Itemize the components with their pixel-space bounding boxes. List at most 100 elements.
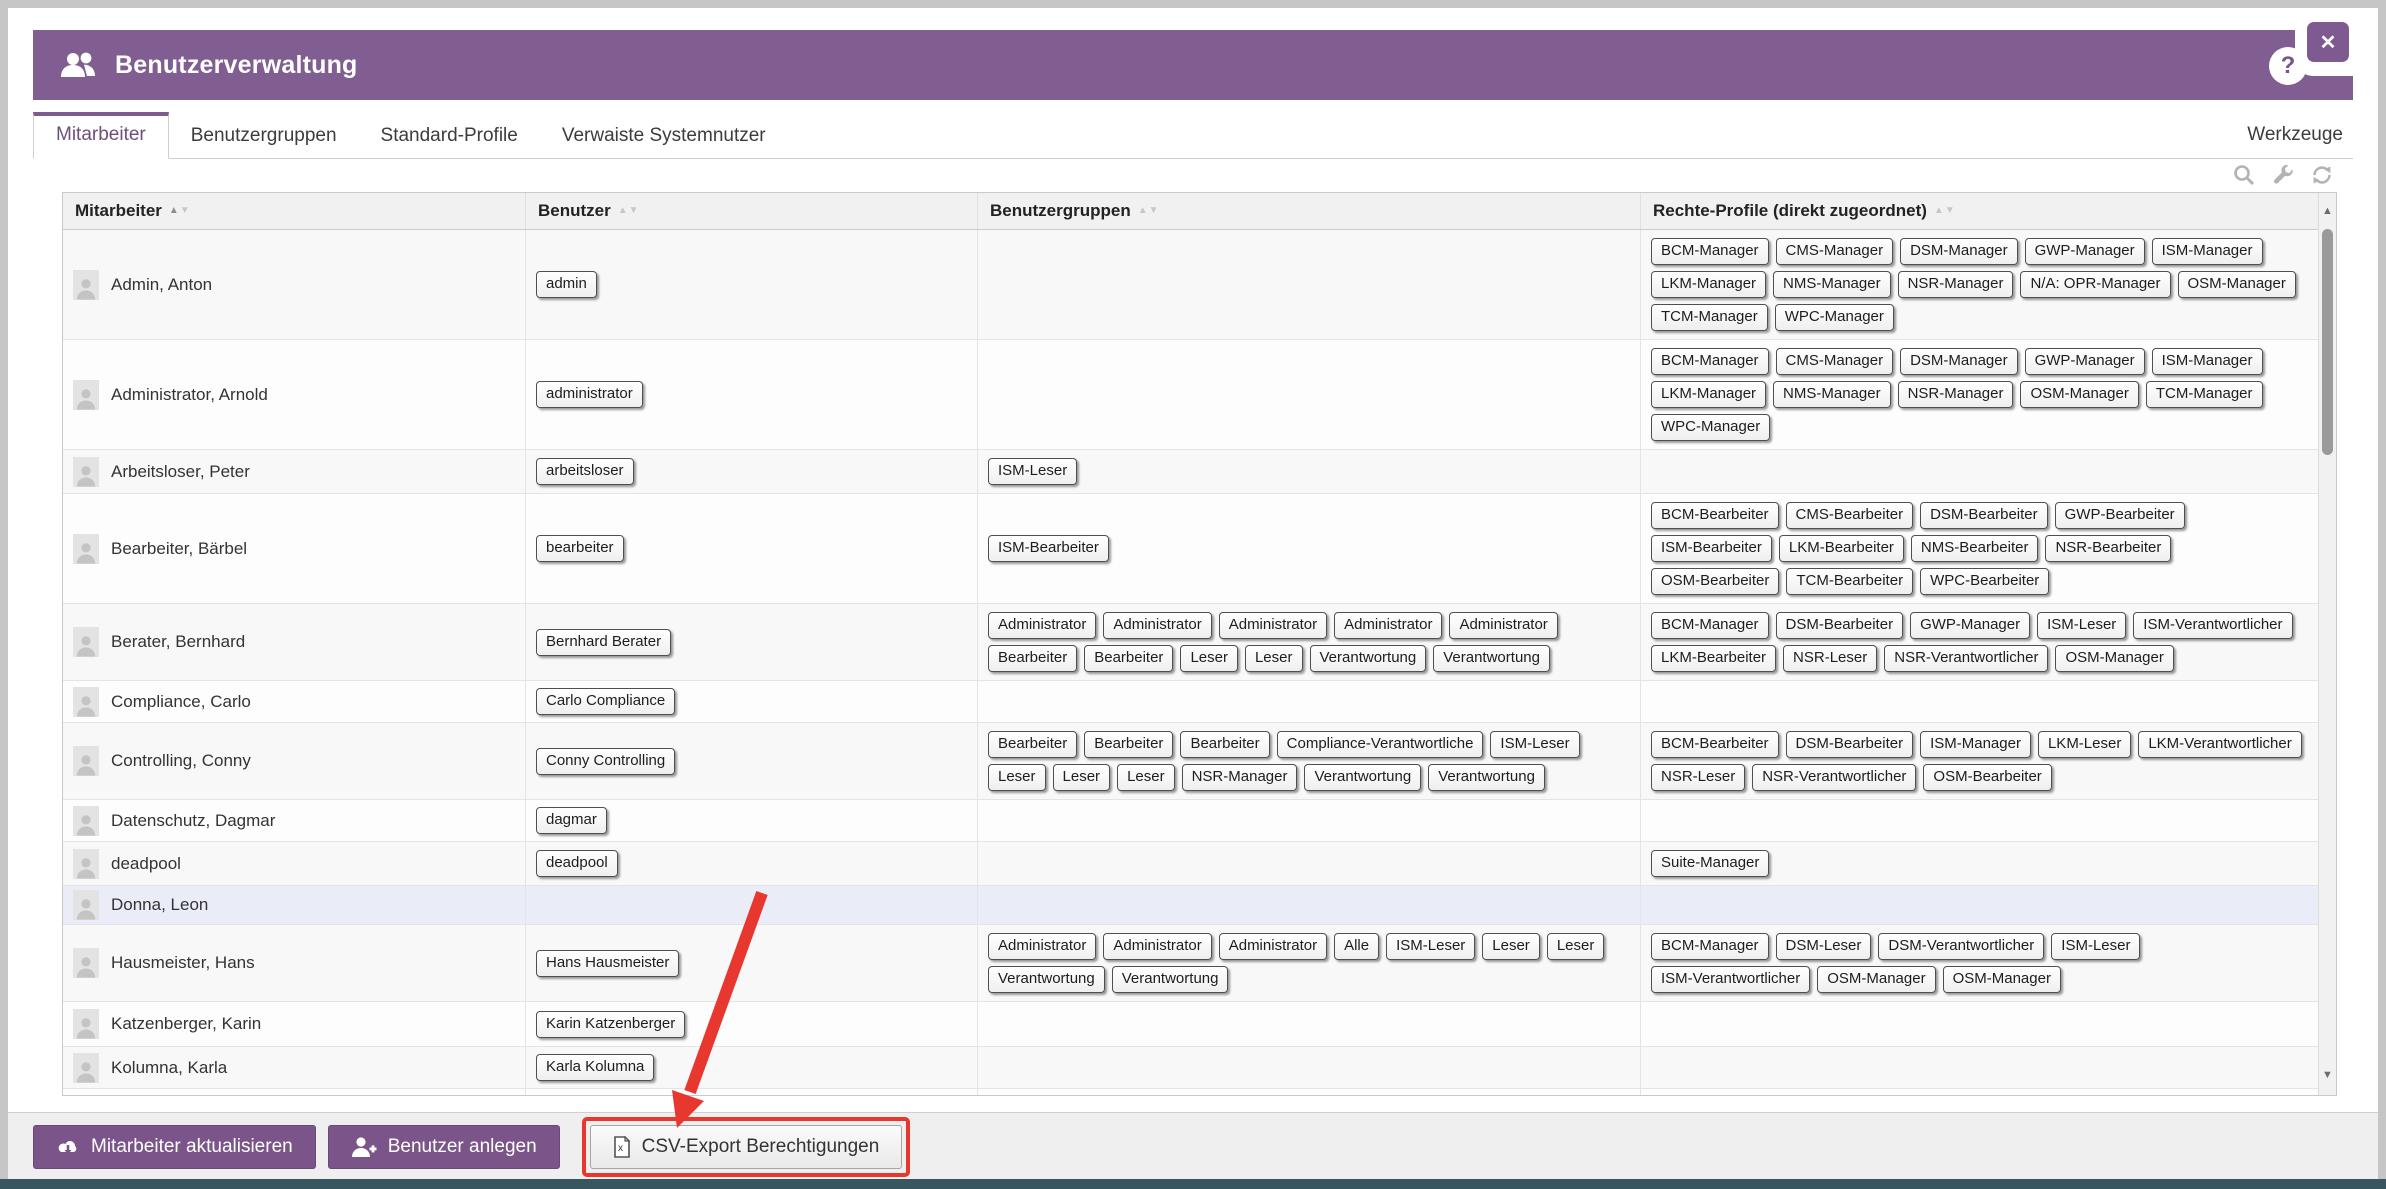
table-row[interactable]: Donna, Leon [63,886,2319,925]
sort-desc-icon[interactable]: ▼ [1149,206,1159,216]
group-badge[interactable]: Verantwortung [1428,764,1545,791]
profile-badge[interactable]: LKM-Bearbeiter [1779,535,1904,562]
profile-badge[interactable]: NSR-Leser [1651,764,1745,791]
profile-badge[interactable]: TCM-Manager [1651,304,1768,331]
table-row[interactable]: Compliance, CarloCarlo Compliance [63,681,2319,723]
profile-badge[interactable]: WPC-Bearbeiter [1920,568,2049,595]
group-badge[interactable]: Verantwortung [988,966,1105,993]
user-badge[interactable]: Conny Controlling [536,748,675,775]
profile-badge[interactable]: BCM-Bearbeiter [1651,731,1779,758]
group-badge[interactable]: Leser [1482,933,1540,960]
profile-badge[interactable]: NSR-Manager [1898,271,2014,298]
group-badge[interactable]: Administrator [1219,933,1327,960]
user-badge[interactable]: deadpool [536,850,618,877]
profile-badge[interactable]: ISM-Verantwortlicher [1651,966,1810,993]
profile-badge[interactable]: NMS-Manager [1773,381,1891,408]
group-badge[interactable]: Administrator [1103,612,1211,639]
werkzeuge-link[interactable]: Werkzeuge [2237,112,2353,158]
column-header-mitarbeiter[interactable]: Mitarbeiter▲▼ [63,193,526,229]
column-header-benutzer[interactable]: Benutzer▲▼ [526,193,978,229]
refresh-icon[interactable] [2310,163,2334,187]
profile-badge[interactable]: OSM-Bearbeiter [1923,764,2051,791]
profile-badge[interactable]: WPC-Manager [1651,414,1770,441]
tab-verwaiste-systemnutzer[interactable]: Verwaiste Systemnutzer [540,114,788,159]
profile-badge[interactable]: BCM-Manager [1651,238,1769,265]
profile-badge[interactable]: NMS-Bearbeiter [1911,535,2039,562]
profile-badge[interactable]: NSR-Verantwortlicher [1752,764,1916,791]
sort-asc-icon[interactable]: ▲ [1934,206,1944,216]
table-scrollbar[interactable]: ▲ ▼ [2318,193,2336,1095]
sort-desc-icon[interactable]: ▼ [1945,206,1955,216]
user-badge[interactable]: arbeitsloser [536,458,634,485]
profile-badge[interactable]: GWP-Manager [1910,612,2030,639]
sort-asc-icon[interactable]: ▲ [169,206,179,216]
sort-desc-icon[interactable]: ▼ [180,206,190,216]
profile-badge[interactable]: ISM-Manager [1920,731,2031,758]
table-row[interactable]: deadpooldeadpoolSuite-Manager [63,842,2319,886]
group-badge[interactable]: Leser [1053,764,1111,791]
group-badge[interactable]: Administrator [988,612,1096,639]
table-row[interactable]: Kredit, KarinKarin KreditAlleBearbeiterI… [63,1089,2319,1096]
profile-badge[interactable]: ISM-Verantwortlicher [2133,612,2292,639]
profile-badge[interactable]: DSM-Leser [1776,933,1872,960]
profile-badge[interactable]: CMS-Manager [1776,348,1894,375]
group-badge[interactable]: ISM-Bearbeiter [988,535,1109,562]
profile-badge[interactable]: NSR-Verantwortlicher [1884,645,2048,672]
user-badge[interactable]: admin [536,271,597,298]
profile-badge[interactable]: BCM-Manager [1651,933,1769,960]
group-badge[interactable]: Bearbeiter [1084,731,1173,758]
group-badge[interactable]: ISM-Leser [1490,731,1579,758]
user-badge[interactable]: Carlo Compliance [536,688,675,715]
user-badge[interactable]: administrator [536,381,643,408]
profile-badge[interactable]: ISM-Manager [2152,348,2263,375]
tab-mitarbeiter[interactable]: Mitarbeiter [33,112,169,159]
table-row[interactable]: Berater, BernhardBernhard BeraterAdminis… [63,604,2319,681]
scroll-down-icon[interactable]: ▼ [2319,1069,2336,1081]
profile-badge[interactable]: OSM-Manager [1943,966,2061,993]
profile-badge[interactable]: TCM-Bearbeiter [1786,568,1913,595]
table-row[interactable]: Hausmeister, HansHans HausmeisterAdminis… [63,925,2319,1002]
group-badge[interactable]: Leser [988,764,1046,791]
profile-badge[interactable]: LKM-Manager [1651,381,1766,408]
tab-benutzergruppen[interactable]: Benutzergruppen [169,114,359,159]
table-row[interactable]: Controlling, ConnyConny ControllingBearb… [63,723,2319,800]
profile-badge[interactable]: LKM-Bearbeiter [1651,645,1776,672]
profile-badge[interactable]: GWP-Bearbeiter [2055,502,2185,529]
profile-badge[interactable]: TCM-Manager [2146,381,2263,408]
user-badge[interactable]: Karin Katzenberger [536,1011,685,1038]
profile-badge[interactable]: OSM-Manager [1817,966,1935,993]
group-badge[interactable]: Verantwortung [1112,966,1229,993]
profile-badge[interactable]: CMS-Manager [1776,238,1894,265]
table-row[interactable]: Administrator, ArnoldadministratorBCM-Ma… [63,340,2319,450]
column-header-rechte-profile-direkt-zugeordnet[interactable]: Rechte-Profile (direkt zugeordnet)▲▼ [1641,193,2319,229]
mitarbeiter-aktualisieren-button[interactable]: Mitarbeiter aktualisieren [33,1125,316,1169]
profile-badge[interactable]: N/A: OPR-Manager [2020,271,2170,298]
group-badge[interactable]: Administrator [1334,612,1442,639]
csv-export-berechtigungen-button[interactable]: xCSV-Export Berechtigungen [590,1125,903,1169]
profile-badge[interactable]: NMS-Manager [1773,271,1891,298]
group-badge[interactable]: Leser [1245,645,1303,672]
user-badge[interactable]: bearbeiter [536,535,624,562]
user-badge[interactable]: dagmar [536,807,607,834]
profile-badge[interactable]: DSM-Verantwortlicher [1878,933,2044,960]
table-row[interactable]: Katzenberger, KarinKarin Katzenberger [63,1002,2319,1047]
profile-badge[interactable]: LKM-Leser [2038,731,2131,758]
group-badge[interactable]: Bearbeiter [988,731,1077,758]
group-badge[interactable]: Administrator [1219,612,1327,639]
group-badge[interactable]: Bearbeiter [1180,731,1269,758]
group-badge[interactable]: Administrator [988,933,1096,960]
search-icon[interactable] [2232,163,2256,187]
user-badge[interactable]: Bernhard Berater [536,629,671,656]
benutzer-anlegen-button[interactable]: Benutzer anlegen [328,1125,560,1169]
profile-badge[interactable]: OSM-Manager [2020,381,2138,408]
sort-asc-icon[interactable]: ▲ [1138,206,1148,216]
group-badge[interactable]: NSR-Manager [1182,764,1298,791]
profile-badge[interactable]: LKM-Manager [1651,271,1766,298]
profile-badge[interactable]: BCM-Manager [1651,612,1769,639]
group-badge[interactable]: Leser [1180,645,1238,672]
profile-badge[interactable]: BCM-Manager [1651,348,1769,375]
group-badge[interactable]: ISM-Leser [988,458,1077,485]
table-row[interactable]: Admin, AntonadminBCM-ManagerCMS-ManagerD… [63,230,2319,340]
profile-badge[interactable]: DSM-Bearbeiter [1776,612,1904,639]
profile-badge[interactable]: ISM-Bearbeiter [1651,535,1772,562]
